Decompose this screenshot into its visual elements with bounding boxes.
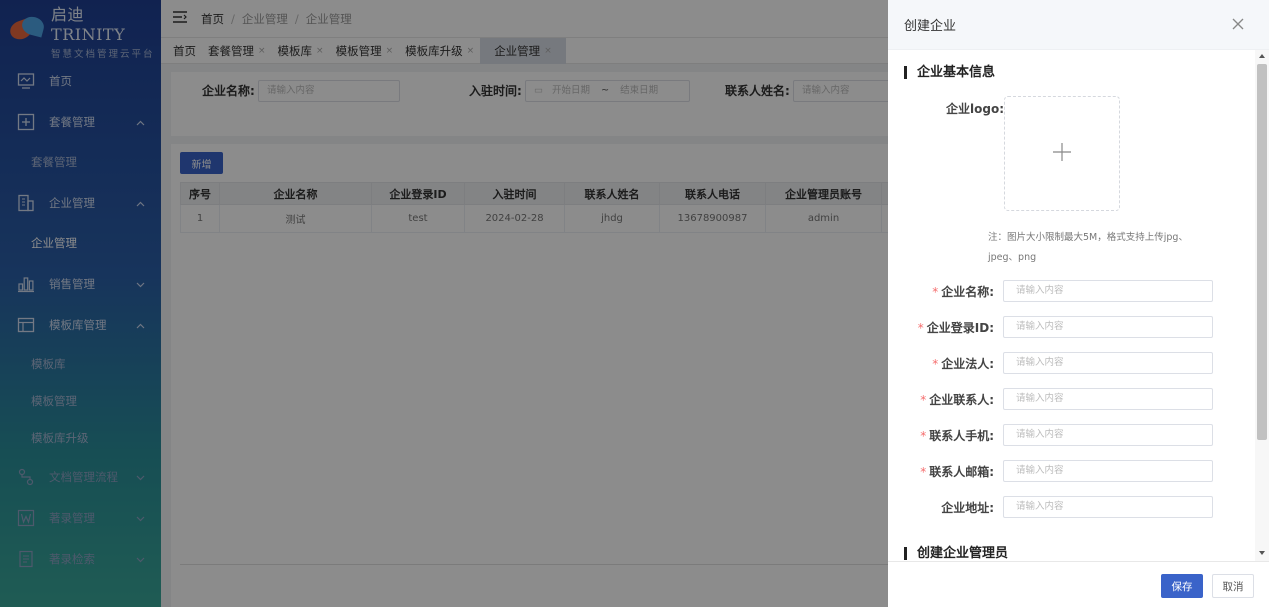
- field-label-text: 企业地址:: [941, 501, 994, 515]
- required-mark: *: [917, 321, 924, 335]
- close-icon[interactable]: [1229, 15, 1247, 33]
- section-title-admin: 创建企业管理员: [904, 547, 1008, 560]
- scroll-down-icon[interactable]: [1259, 551, 1265, 555]
- field-label-email: * 联系人邮箱:: [888, 463, 994, 480]
- scroll-thumb[interactable]: [1257, 64, 1267, 440]
- legal-person-input[interactable]: 请输入内容: [1003, 352, 1213, 374]
- create-enterprise-drawer: 创建企业 企业基本信息 企业logo: 注：图片大小限制最大5M，格式支持上传j…: [888, 0, 1269, 607]
- required-mark: *: [932, 285, 939, 299]
- field-label-text: 企业法人:: [941, 357, 994, 371]
- field-label-phone: * 联系人手机:: [888, 427, 994, 444]
- field-label-legal-person: * 企业法人:: [888, 355, 994, 372]
- field-label-text: 企业联系人:: [929, 393, 994, 407]
- phone-input[interactable]: 请输入内容: [1003, 424, 1213, 446]
- required-mark: *: [932, 357, 939, 371]
- field-label-address: 企业地址:: [888, 499, 994, 516]
- field-label-text: 企业名称:: [941, 285, 994, 299]
- logo-label: 企业logo:: [946, 102, 1004, 116]
- field-label-text: 企业登录ID:: [926, 321, 994, 335]
- cancel-button[interactable]: 取消: [1212, 574, 1254, 598]
- required-mark: *: [920, 429, 927, 443]
- drawer-body: 企业基本信息 企业logo: 注：图片大小限制最大5M，格式支持上传jpg、jp…: [888, 50, 1258, 561]
- login-id-input[interactable]: 请输入内容: [1003, 316, 1213, 338]
- drawer-scrollbar[interactable]: [1255, 50, 1269, 561]
- contact-input[interactable]: 请输入内容: [1003, 388, 1213, 410]
- address-input[interactable]: 请输入内容: [1003, 496, 1213, 518]
- email-input[interactable]: 请输入内容: [1003, 460, 1213, 482]
- drawer-title: 创建企业: [904, 19, 957, 34]
- field-label-login-id: * 企业登录ID:: [888, 319, 994, 336]
- drawer-header: 创建企业: [888, 0, 1269, 50]
- required-mark: *: [920, 393, 927, 407]
- save-button[interactable]: 保存: [1161, 574, 1203, 598]
- field-label-name: * 企业名称:: [888, 283, 994, 300]
- field-label-text: 联系人邮箱:: [929, 465, 994, 479]
- logo-upload-box[interactable]: [1004, 96, 1120, 211]
- enterprise-name-input[interactable]: 请输入内容: [1003, 280, 1213, 302]
- field-label-text: 联系人手机:: [929, 429, 994, 443]
- required-mark: *: [920, 465, 927, 479]
- plus-icon: [1051, 141, 1073, 166]
- field-label-contact: * 企业联系人:: [888, 391, 994, 408]
- scroll-up-icon[interactable]: [1259, 54, 1265, 58]
- modal-overlay[interactable]: [0, 0, 888, 607]
- drawer-footer: 保存 取消: [888, 561, 1269, 607]
- section-title-basic: 企业基本信息: [904, 66, 995, 79]
- upload-note: 注：图片大小限制最大5M，格式支持上传jpg、jpeg、png: [988, 232, 1188, 263]
